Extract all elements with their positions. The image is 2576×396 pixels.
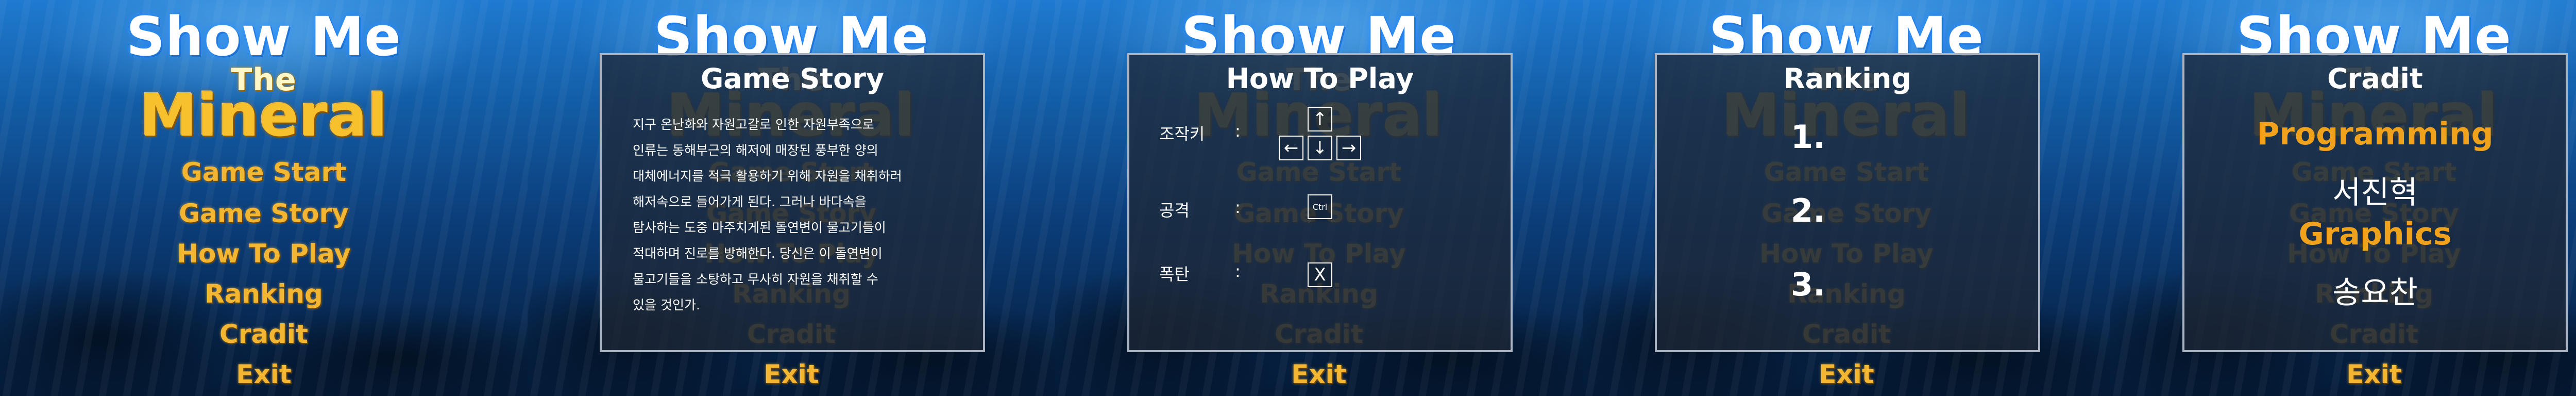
ranking-screen: Show Me The Mineral Game Start Game Stor… [1583,0,2110,396]
how-to-play-panel: How To Play 조작키 : ↑ ← ↓ → 공격 : Ctrl 폭탄 :… [1127,53,1513,352]
panel-title: Ranking [1784,62,1911,95]
credit-role-programming: Programming [2257,116,2494,152]
story-line: 적대하며 진로를 방해한다. 당신은 이 돌연변이 [633,246,883,261]
colon: : [1235,121,1241,141]
credit-screen: Show Me The Mineral Game Start Game Stor… [2110,0,2576,396]
story-line: 물고기들을 소탕하고 무사히 자원을 채취할 수 [633,272,878,287]
main-menu: Show Me The Mineral Game Start Game Stor… [0,0,528,396]
game-story-panel: Game Story 지구 온난화와 자원고갈로 인한 자원부족으로 인류는 동… [600,53,985,352]
credit-role-graphics: Graphics [2298,216,2452,252]
menu-how-to-play[interactable]: How To Play [0,239,528,269]
title-mineral: Mineral [140,82,388,150]
ctrl-key-icon: Ctrl [1308,194,1332,219]
menu-exit[interactable]: Exit [1055,359,1583,389]
down-arrow-key-icon: ↓ [1308,136,1332,160]
menu-exit[interactable]: Exit [0,359,528,389]
credit-name-artist: 송요찬 [2332,275,2418,311]
attack-label: 공격 [1159,201,1190,220]
how-to-play-screen: Show Me The Mineral Game Start Game Stor… [1055,0,1583,396]
up-arrow-key-icon: ↑ [1308,107,1332,131]
story-line: 해저속으로 들어가게 된다. 그러나 바다속을 [633,194,867,209]
story-line: 탐사하는 도중 마주치게된 돌연변이 물고기들이 [633,220,886,235]
menu-game-start[interactable]: Game Start [0,157,528,187]
bomb-label: 폭탄 [1159,265,1190,284]
game-story-screen: Show Me The Mineral Game Start Game Stor… [528,0,1055,396]
ranking-panel: Ranking 1. 2. 3. [1655,53,2040,352]
menu-exit[interactable]: Exit [2110,359,2576,389]
title-show-me: Show Me [126,5,401,68]
menu-ranking[interactable]: Ranking [0,279,528,309]
credit-name-programmer: 서진혁 [2332,175,2418,211]
colon: : [1235,197,1241,217]
left-arrow-key-icon: ← [1279,136,1303,160]
story-line: 있을 것인가. [633,298,700,312]
story-line: 지구 온난화와 자원고갈로 인한 자원부족으로 [633,117,874,132]
credit-panel: Cradit Programming 서진혁 Graphics 송요찬 [2182,53,2568,352]
story-line: 인류는 동해부근의 해저에 매장된 풍부한 양의 [633,143,878,158]
screen-strip: Show Me The Mineral Game Start Game Stor… [0,0,2576,396]
story-text: 지구 온난화와 자원고갈로 인한 자원부족으로 인류는 동해부근의 해저에 매장… [633,112,962,318]
rank-2: 2. [1791,192,1825,229]
right-arrow-key-icon: → [1336,136,1361,160]
colon: : [1235,261,1241,281]
panel-title: Game Story [700,62,885,95]
menu-credit[interactable]: Cradit [0,319,528,349]
menu-game-story[interactable]: Game Story [0,199,528,228]
panel-title: How To Play [1226,62,1414,95]
rank-1: 1. [1791,118,1825,156]
rank-3: 3. [1791,266,1825,303]
story-line: 대체에너지를 적극 활용하기 위해 자원을 채취하러 [633,169,902,184]
menu-exit[interactable]: Exit [1583,359,2110,389]
panel-title: Cradit [2327,62,2423,95]
main-menu-screen: Show Me The Mineral Game Start Game Stor… [0,0,528,396]
menu-exit[interactable]: Exit [528,359,1055,389]
move-label: 조작키 [1159,124,1205,144]
x-key-icon: X [1308,262,1332,287]
